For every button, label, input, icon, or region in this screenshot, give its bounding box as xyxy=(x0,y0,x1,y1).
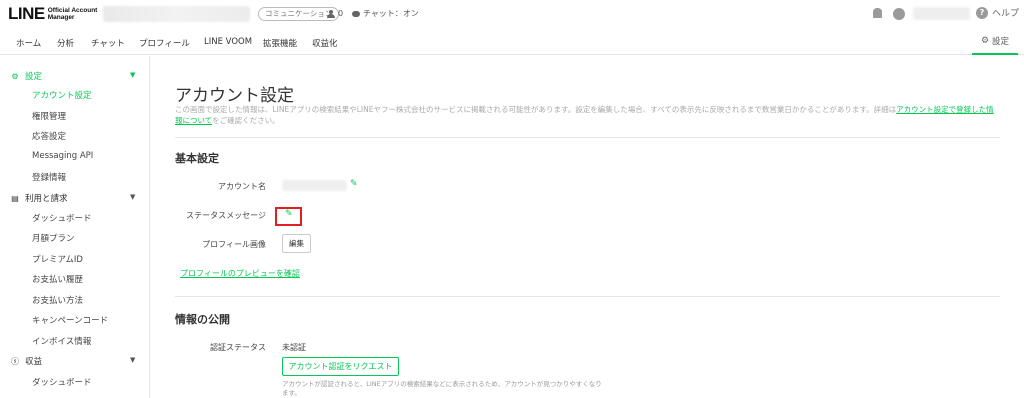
main-nav: ホーム 分析 チャット プロフィール LINE VOOM 拡張機能 収益化 ⚙ … xyxy=(0,28,1024,55)
nav-settings[interactable]: ⚙ 設定 xyxy=(972,28,1018,55)
page-title: アカウント設定 xyxy=(175,86,294,106)
sidebar-item-campaign-code[interactable]: キャンペーンコード xyxy=(32,314,108,326)
friends-count: 0 xyxy=(327,7,343,21)
description-text-end: をご確認ください。 xyxy=(212,116,280,125)
verification-status-label: 認証ステータス xyxy=(210,343,266,352)
sidebar-item-response-settings[interactable]: 応答設定 xyxy=(32,130,66,142)
nav-monetization[interactable]: 収益化 xyxy=(312,37,338,49)
chat-status-label: チャット：オン xyxy=(363,9,419,18)
top-bar: LINE Official Account Manager コミュニケーション … xyxy=(0,0,1024,28)
sidebar-section-billing[interactable]: ▤ 利用と請求 xyxy=(10,192,68,205)
sidebar-item-messaging-api[interactable]: Messaging API xyxy=(32,151,93,161)
sidebar-section-revenue[interactable]: ⓢ 収益 xyxy=(10,355,43,368)
person-icon xyxy=(327,10,335,18)
receipt-icon: ▤ xyxy=(11,193,19,203)
account-name-redacted[interactable] xyxy=(103,6,250,22)
caret-down-icon[interactable]: ▼ xyxy=(130,193,135,201)
sidebar-item-payment-method[interactable]: お支払い方法 xyxy=(32,294,83,306)
divider xyxy=(175,296,1000,297)
sidebar-item-payment-history[interactable]: お支払い履歴 xyxy=(32,273,83,285)
help-label: ヘルプ xyxy=(992,9,1020,19)
gear-icon: ⚙ xyxy=(11,71,19,81)
help-icon: ? xyxy=(976,6,988,19)
nav-profile[interactable]: プロフィール xyxy=(139,37,190,49)
sidebar-section-label: 利用と請求 xyxy=(25,194,68,204)
logo-sub-line-2: Manager xyxy=(47,14,75,21)
main-content: アカウント設定 この画面で設定した情報は、LINEアプリの検索結果やLINEヤフ… xyxy=(150,56,1024,398)
highlight-annotation xyxy=(275,207,302,226)
description-text: この画面で設定した情報は、LINEアプリの検索結果やLINEヤフー株式会社のサー… xyxy=(175,105,897,114)
account-name-label: アカウント名 xyxy=(218,182,266,191)
status-message-label: ステータスメッセージ xyxy=(186,211,266,220)
coin-icon: ⓢ xyxy=(11,356,19,366)
caret-down-icon[interactable]: ▼ xyxy=(130,356,135,364)
gear-icon: ⚙ xyxy=(980,35,990,46)
profile-image-label: プロフィール画像 xyxy=(202,240,266,249)
profile-image-edit-button[interactable]: 編集 xyxy=(282,234,311,253)
account-name-value-redacted xyxy=(282,180,347,191)
divider xyxy=(175,137,1000,138)
help-link[interactable]: ? ヘルプ xyxy=(976,6,1019,19)
logo-subtext: Official Account Manager xyxy=(48,7,98,21)
sidebar-item-revenue-dashboard[interactable]: ダッシュボード xyxy=(32,376,92,388)
user-name-redacted[interactable] xyxy=(913,7,970,20)
chat-bubble-icon xyxy=(352,11,360,17)
caret-down-icon[interactable]: ▼ xyxy=(130,71,135,79)
sidebar-section-label: 設定 xyxy=(25,72,43,82)
logo-sub-line-1: Official Account xyxy=(47,7,98,14)
nav-line-voom[interactable]: LINE VOOM xyxy=(204,37,252,47)
friends-count-value: 0 xyxy=(338,9,344,18)
bell-icon[interactable] xyxy=(873,8,882,18)
nav-analytics[interactable]: 分析 xyxy=(57,37,74,49)
nav-extensions[interactable]: 拡張機能 xyxy=(263,37,297,49)
sidebar-item-premium-id[interactable]: プレミアムID xyxy=(32,253,83,265)
nav-settings-label: 設定 xyxy=(992,36,1010,47)
page-description: この画面で設定した情報は、LINEアプリの検索結果やLINEヤフー株式会社のサー… xyxy=(175,104,999,126)
nav-home[interactable]: ホーム xyxy=(16,37,41,49)
sidebar-item-monthly-plan[interactable]: 月額プラン xyxy=(32,232,75,244)
verification-status-value: 未認証 xyxy=(282,343,306,352)
basic-settings-title: 基本設定 xyxy=(175,152,219,165)
public-info-title: 情報の公開 xyxy=(175,313,230,326)
chat-status[interactable]: チャット：オン xyxy=(352,7,419,21)
verification-note: アカウントが認証されると、LINEアプリの検索結果などに表示されるため、アカウン… xyxy=(282,380,602,397)
sidebar-item-permissions[interactable]: 権限管理 xyxy=(32,110,66,122)
sidebar-item-invoice-info[interactable]: インボイス情報 xyxy=(32,335,91,347)
request-verification-button[interactable]: アカウント認証をリクエスト xyxy=(282,357,399,376)
logo-text: LINE xyxy=(8,4,45,23)
sidebar: ⚙ 設定 ▼ アカウント設定 権限管理 応答設定 Messaging API 登… xyxy=(0,56,150,398)
sidebar-section-settings[interactable]: ⚙ 設定 xyxy=(10,70,43,83)
sidebar-item-registration-info[interactable]: 登録情報 xyxy=(32,171,66,183)
account-name-pencil-icon[interactable]: ✎ xyxy=(350,179,358,189)
sidebar-item-account-settings[interactable]: アカウント設定 xyxy=(32,89,92,101)
line-oa-logo[interactable]: LINE Official Account Manager xyxy=(8,4,97,24)
sidebar-item-billing-dashboard[interactable]: ダッシュボード xyxy=(32,212,92,224)
sidebar-section-label: 収益 xyxy=(25,357,43,367)
user-avatar-icon[interactable] xyxy=(893,8,905,20)
nav-chat[interactable]: チャット xyxy=(91,37,125,49)
profile-preview-link[interactable]: プロフィールのプレビューを確認 xyxy=(180,268,300,279)
